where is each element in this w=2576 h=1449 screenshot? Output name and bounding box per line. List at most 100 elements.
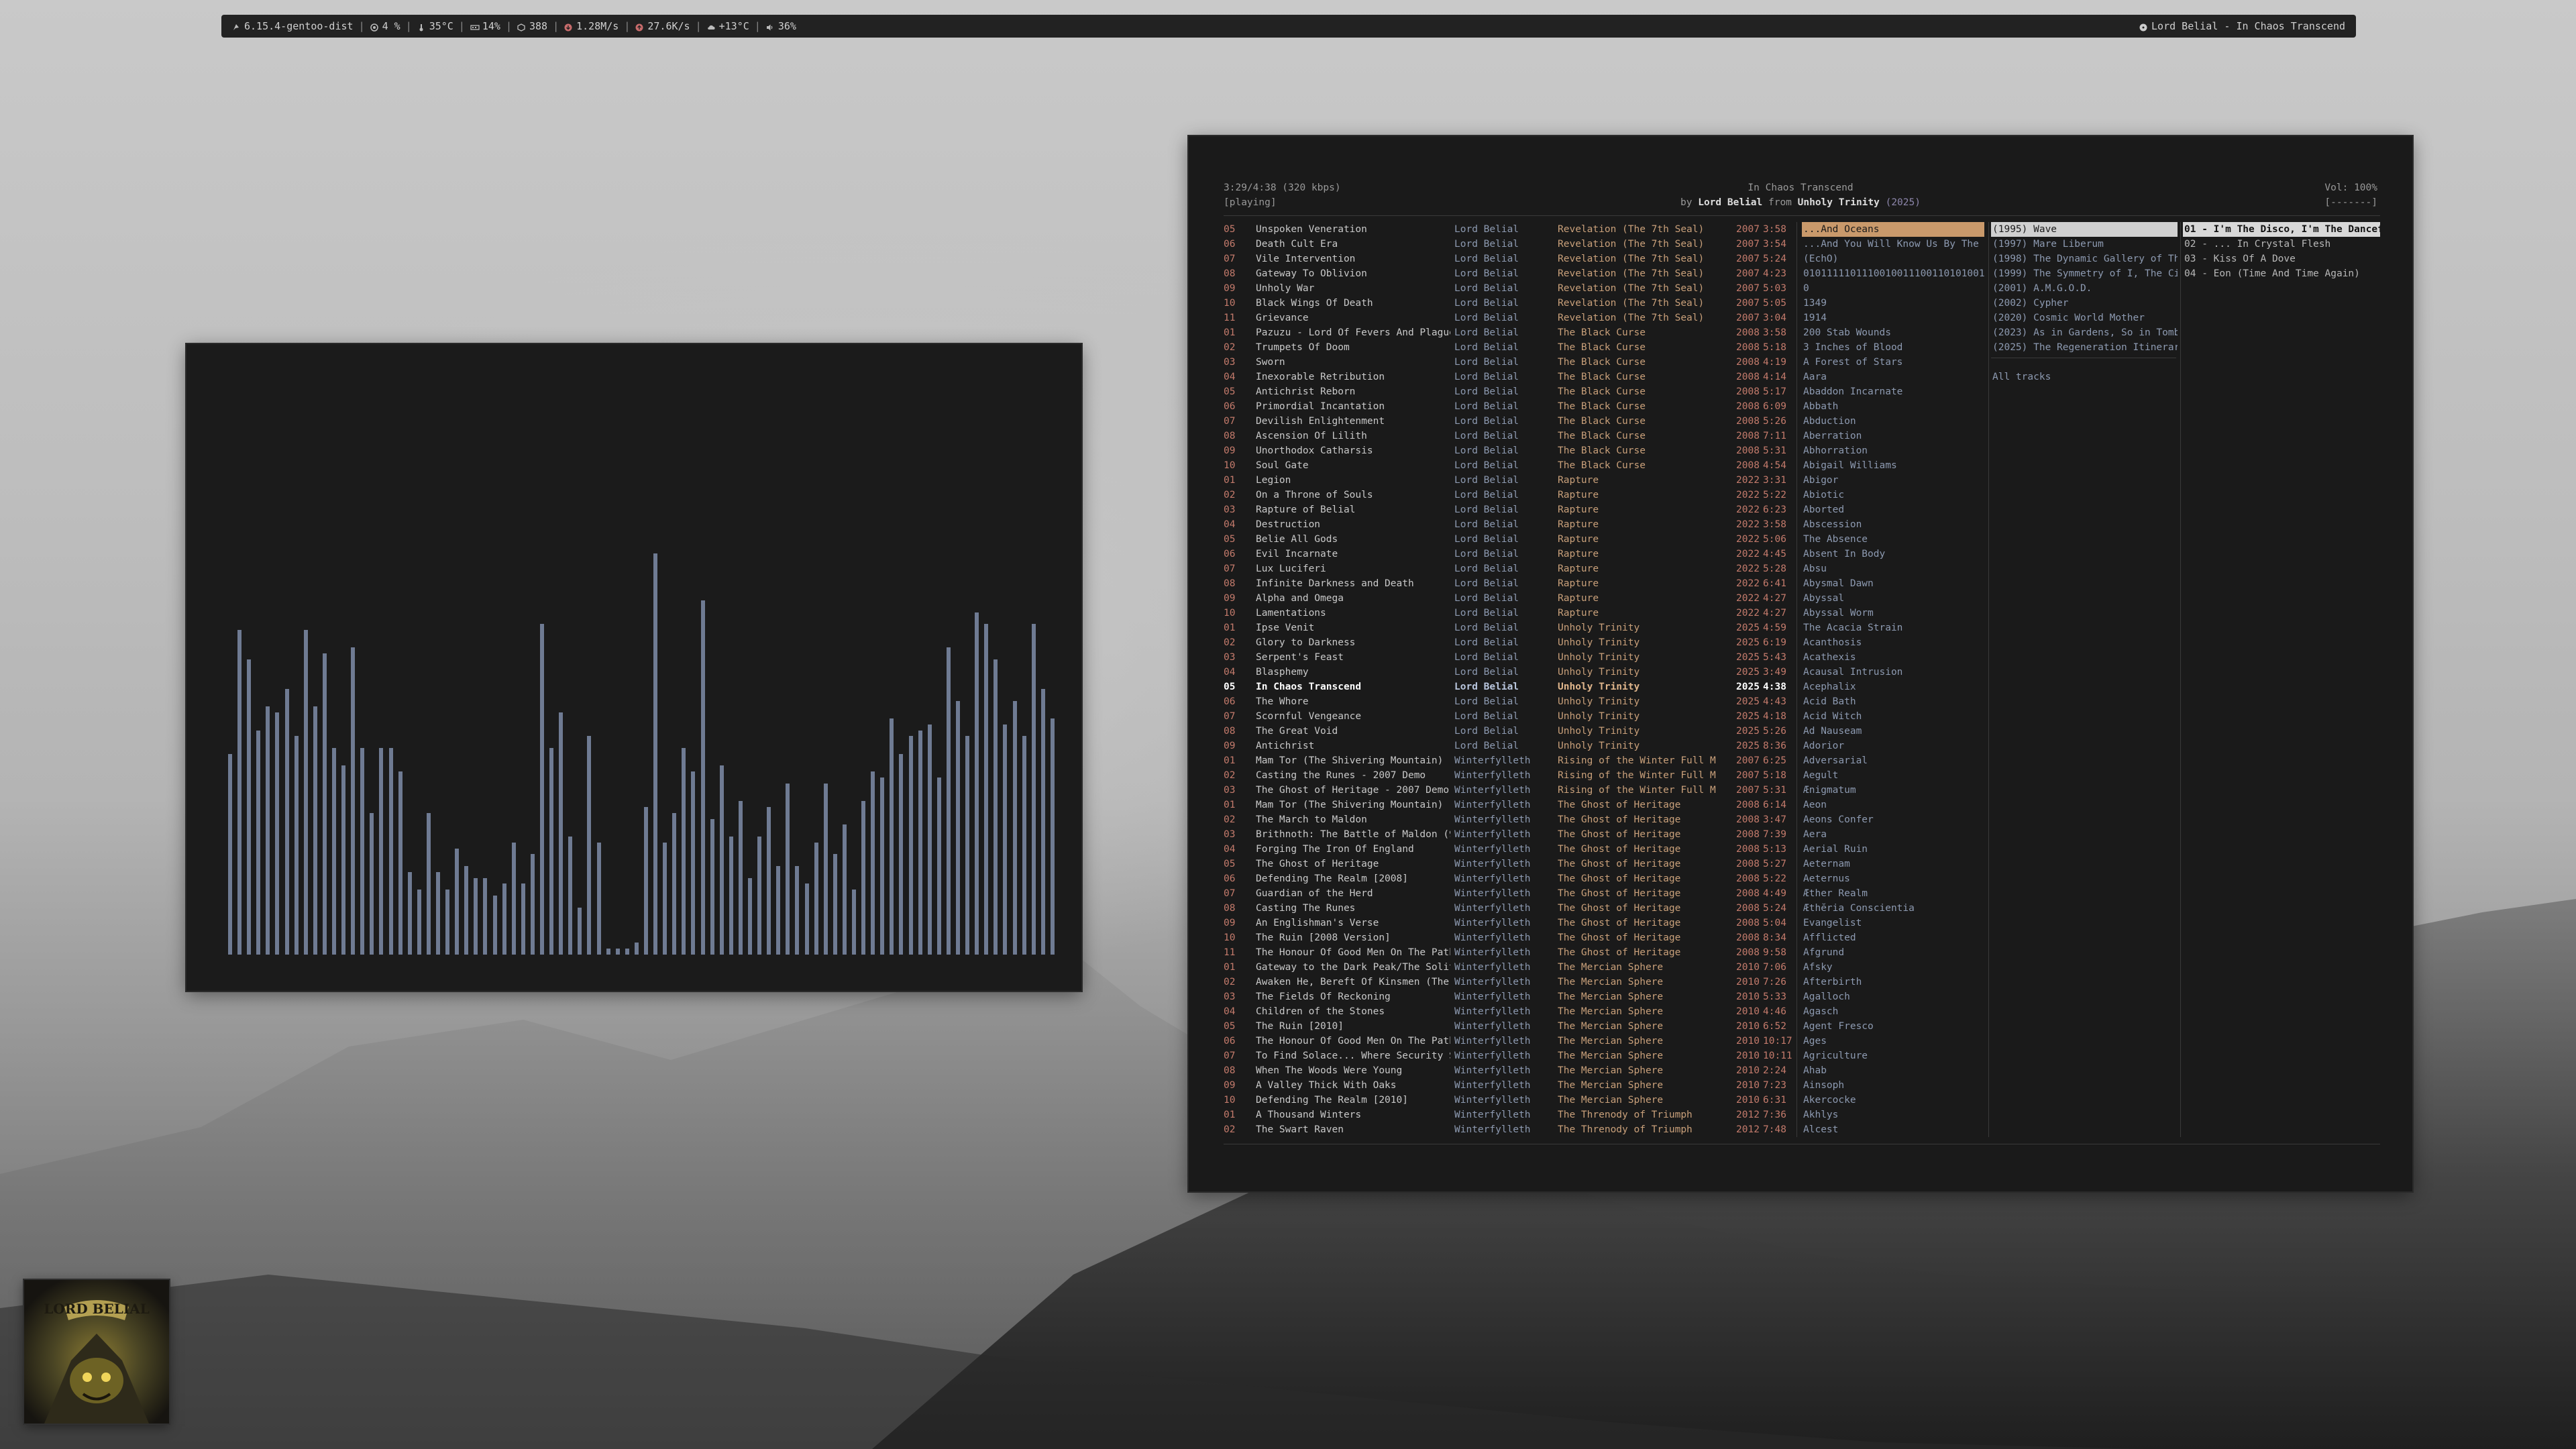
song-item-selected[interactable]: 01 - I'm The Disco, I'm The Dancefloo [2183, 222, 2380, 237]
track-row[interactable]: 10 Soul Gate Lord Belial The Black Curse 200… [1224, 458, 1831, 473]
artist-item[interactable]: Ages [1802, 1034, 1984, 1049]
artist-item[interactable]: Abhorration [1802, 443, 1984, 458]
artist-item[interactable]: Abyssal [1802, 591, 1984, 606]
track-row[interactable]: 09 An Englishman's Verse Winterfylleth The … [1224, 916, 1831, 930]
track-row[interactable]: 02 The Swart Raven Winterfylleth The Threno… [1224, 1122, 1831, 1137]
track-row[interactable]: 08 The Great Void Lord Belial Unholy Trinit… [1224, 724, 1831, 739]
artist-item[interactable]: Afgrund [1802, 945, 1984, 960]
track-row[interactable]: 01 Mam Tor (The Shivering Mountain) - 2 Wi… [1224, 753, 1831, 768]
artist-item[interactable]: Aeternus [1802, 871, 1984, 886]
artist-item[interactable]: A Forest of Stars [1802, 355, 1984, 370]
track-row-current[interactable]: 05 In Chaos Transcend Lord Belial Unholy Tr… [1224, 680, 1831, 694]
album-art-thumbnail[interactable]: LORD BELIAL [24, 1280, 169, 1424]
track-row[interactable]: 07 Lux Luciferi Lord Belial Rapture 2022 5:28 [1224, 561, 1831, 576]
album-item[interactable]: (1998) The Dynamic Gallery of Thoug [1991, 252, 2178, 266]
artist-item[interactable]: 0101111101110010011100110101001 [1802, 266, 1984, 281]
artist-item[interactable]: Acephalix [1802, 680, 1984, 694]
track-row[interactable]: 05 The Ghost of Heritage Winterfylleth The … [1224, 857, 1831, 871]
track-row[interactable]: 11 The Honour Of Good Men On The Path T Wi… [1224, 945, 1831, 960]
track-row[interactable]: 09 A Valley Thick With Oaks Winterfylleth T… [1224, 1078, 1831, 1093]
track-row[interactable]: 07 Devilish Enlightenment Lord Belial The B… [1224, 414, 1831, 429]
album-item[interactable]: (1999) The Symmetry of I, The Circl [1991, 266, 2178, 281]
artist-item[interactable]: Evangelist [1802, 916, 1984, 930]
artist-item[interactable]: 1914 [1802, 311, 1984, 325]
artist-item[interactable]: Aeon [1802, 798, 1984, 812]
track-row[interactable]: 04 Forging The Iron Of England Winterfylle… [1224, 842, 1831, 857]
artist-item[interactable]: Afterbirth [1802, 975, 1984, 989]
track-row[interactable]: 10 Lamentations Lord Belial Rapture 2022 4:27 [1224, 606, 1831, 621]
artist-item[interactable]: 1349 [1802, 296, 1984, 311]
track-row[interactable]: 04 Destruction Lord Belial Rapture 2022 3:58 [1224, 517, 1831, 532]
track-row[interactable]: 05 Unspoken Veneration Lord Belial Revelati… [1224, 222, 1831, 237]
track-row[interactable]: 03 The Ghost of Heritage - 2007 Demo Winte… [1224, 783, 1831, 798]
track-row[interactable]: 03 Rapture of Belial Lord Belial Rapture 202… [1224, 502, 1831, 517]
track-row[interactable]: 02 Glory to Darkness Lord Belial Unholy Tri… [1224, 635, 1831, 650]
album-item[interactable]: (2002) Cypher [1991, 296, 2178, 311]
artist-item[interactable]: Agriculture [1802, 1049, 1984, 1063]
artist-item[interactable]: Aberration [1802, 429, 1984, 443]
track-row[interactable]: 06 Evil Incarnate Lord Belial Rapture 2022 4:… [1224, 547, 1831, 561]
track-row[interactable]: 09 Antichrist Lord Belial Unholy Trinity 202… [1224, 739, 1831, 753]
track-row[interactable]: 02 The March to Maldon Winterfylleth The Gh… [1224, 812, 1831, 827]
track-row[interactable]: 03 The Fields Of Reckoning Winterfylleth Th… [1224, 989, 1831, 1004]
artist-item[interactable]: Abduction [1802, 414, 1984, 429]
song-item[interactable]: 02 - ... In Crystal Flesh [2183, 237, 2380, 252]
artist-item[interactable]: Akercocke [1802, 1093, 1984, 1108]
artist-item[interactable]: 3 Inches of Blood [1802, 340, 1984, 355]
artist-item[interactable]: Agalloch [1802, 989, 1984, 1004]
artist-item[interactable]: The Absence [1802, 532, 1984, 547]
artist-item[interactable]: Aara [1802, 370, 1984, 384]
artist-item[interactable]: Alcest [1802, 1122, 1984, 1137]
track-row[interactable]: 07 To Find Solace... Where Security Sta Wi… [1224, 1049, 1831, 1063]
track-row[interactable]: 01 Pazuzu - Lord Of Fevers And Plague Lord… [1224, 325, 1831, 340]
artist-item[interactable]: Absent In Body [1802, 547, 1984, 561]
track-row[interactable]: 06 The Honour Of Good Men On The Path T Wi… [1224, 1034, 1831, 1049]
track-row[interactable]: 09 Alpha and Omega Lord Belial Rapture 2022 4… [1224, 591, 1831, 606]
artist-item[interactable]: Abysmal Dawn [1802, 576, 1984, 591]
track-row[interactable]: 08 Ascension Of Lilith Lord Belial The Blac… [1224, 429, 1831, 443]
track-row[interactable]: 07 Guardian of the Herd Winterfylleth The G… [1224, 886, 1831, 901]
artist-item[interactable]: Æther Realm [1802, 886, 1984, 901]
track-row[interactable]: 11 Grievance Lord Belial Revelation (The 7t… [1224, 311, 1831, 325]
artist-item[interactable]: Aerial Ruin [1802, 842, 1984, 857]
track-row[interactable]: 06 The Whore Lord Belial Unholy Trinity 2025… [1224, 694, 1831, 709]
artist-item[interactable]: The Acacia Strain [1802, 621, 1984, 635]
track-row[interactable]: 10 Black Wings Of Death Lord Belial Revelat… [1224, 296, 1831, 311]
album-item[interactable]: (2025) The Regeneration Itinerary [1991, 340, 2178, 355]
album-item[interactable]: (2001) A.M.G.O.D. [1991, 281, 2178, 296]
artist-item[interactable]: Aeternam [1802, 857, 1984, 871]
song-item[interactable]: 03 - Kiss Of A Dove [2183, 252, 2380, 266]
album-item-all-tracks[interactable]: All tracks [1991, 370, 2178, 384]
track-row[interactable]: 02 Awaken He, Bereft Of Kinsmen (The Wa Wi… [1224, 975, 1831, 989]
track-row[interactable]: 05 Antichrist Reborn Lord Belial The Black … [1224, 384, 1831, 399]
artist-item[interactable]: Æthĕria Conscientia [1802, 901, 1984, 916]
track-row[interactable]: 03 Serpent's Feast Lord Belial Unholy Trini… [1224, 650, 1831, 665]
track-row[interactable]: 09 Unorthodox Catharsis Lord Belial The Bla… [1224, 443, 1831, 458]
track-row[interactable]: 04 Blasphemy Lord Belial Unholy Trinity 2025… [1224, 665, 1831, 680]
album-item-selected[interactable]: (1995) Wave [1991, 222, 2178, 237]
track-row[interactable]: 07 Scornful Vengeance Lord Belial Unholy Tr… [1224, 709, 1831, 724]
track-row[interactable]: 04 Inexorable Retribution Lord Belial The B… [1224, 370, 1831, 384]
artist-item[interactable]: Ænigmatum [1802, 783, 1984, 798]
artist-item[interactable]: Agasch [1802, 1004, 1984, 1019]
artist-item[interactable]: Ainsoph [1802, 1078, 1984, 1093]
artist-item[interactable]: Akhlys [1802, 1108, 1984, 1122]
artist-item[interactable]: Aera [1802, 827, 1984, 842]
album-item[interactable]: (1997) Mare Liberum [1991, 237, 2178, 252]
song-item[interactable]: 04 - Eon (Time And Time Again) [2183, 266, 2380, 281]
track-row[interactable]: 08 Casting The Runes Winterfylleth The Ghos… [1224, 901, 1831, 916]
artist-item[interactable]: Abigor [1802, 473, 1984, 488]
track-row[interactable]: 05 Belie All Gods Lord Belial Rapture 2022 5:… [1224, 532, 1831, 547]
artist-item[interactable]: Ad Nauseam [1802, 724, 1984, 739]
player-volume-bar[interactable]: [-------] [2324, 195, 2377, 210]
artist-item[interactable]: Adversarial [1802, 753, 1984, 768]
now-playing-segment[interactable]: Lord Belial - In Chaos Transcend [2139, 20, 2345, 32]
track-row[interactable]: 08 When The Woods Were Young Winterfylleth… [1224, 1063, 1831, 1078]
track-row[interactable]: 07 Vile Intervention Lord Belial Revelation… [1224, 252, 1831, 266]
artist-item[interactable]: Abigail Williams [1802, 458, 1984, 473]
artist-item[interactable]: Abbath [1802, 399, 1984, 414]
artist-item[interactable]: 200 Stab Wounds [1802, 325, 1984, 340]
track-row[interactable]: 02 Casting the Runes - 2007 Demo Winterfyl… [1224, 768, 1831, 783]
track-row[interactable]: 08 Gateway To Oblivion Lord Belial Revelati… [1224, 266, 1831, 281]
track-row[interactable]: 06 Death Cult Era Lord Belial Revelation (T… [1224, 237, 1831, 252]
